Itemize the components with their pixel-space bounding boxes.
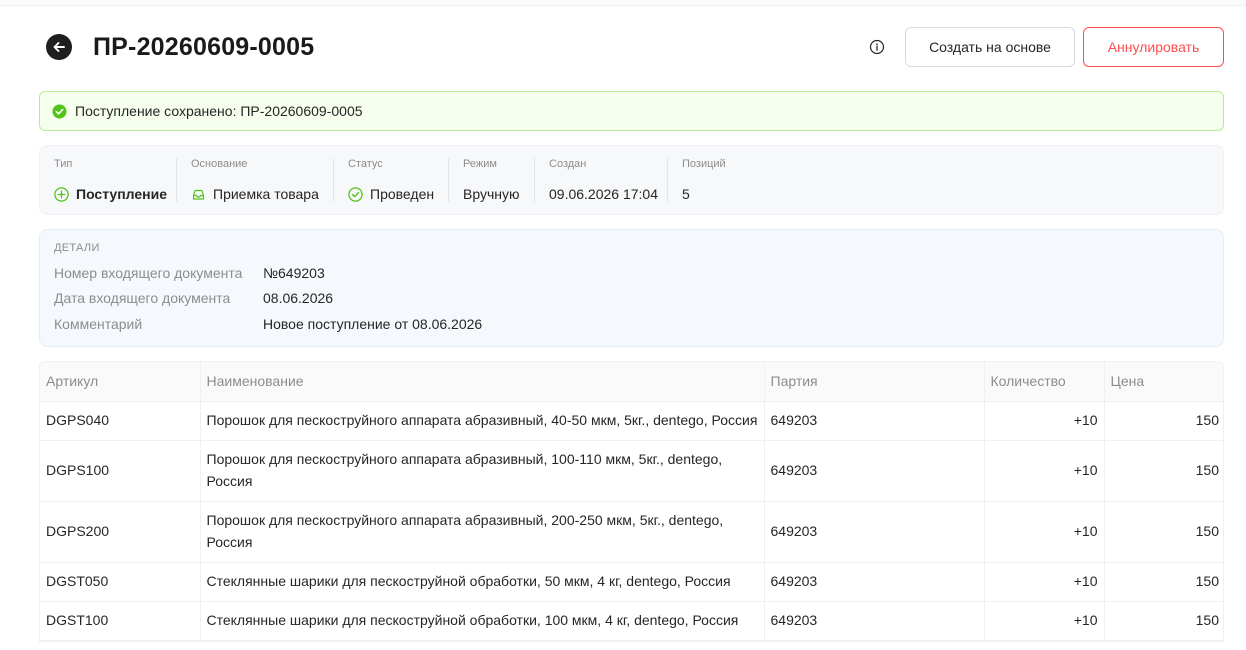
- page-title: ПР-20260609-0005: [93, 32, 315, 61]
- document-properties: Тип Поступление Основание Приемка товара…: [39, 145, 1224, 215]
- table-row[interactable]: DGPS040 Порошок для пескоструйного аппар…: [40, 401, 1223, 441]
- prop-basis: Основание Приемка товара: [177, 158, 334, 202]
- back-button[interactable]: [46, 34, 72, 60]
- cell-batch: 649203: [764, 601, 985, 641]
- cell-price: 150: [1104, 401, 1223, 441]
- prop-status-value: Проведен: [370, 186, 435, 202]
- prop-mode: Режим Вручную: [449, 158, 535, 202]
- cell-name: Порошок для пескоструйного аппарата абра…: [200, 401, 765, 441]
- cancel-document-button[interactable]: Аннулировать: [1083, 27, 1224, 67]
- column-header-sku[interactable]: Артикул: [40, 362, 201, 402]
- column-header-batch[interactable]: Партия: [764, 362, 985, 402]
- cell-sku: DGPS100: [40, 440, 201, 502]
- page-header: ПР-20260609-0005 Создать на основе Аннул…: [46, 27, 1224, 67]
- prop-created: Создан 09.06.2026 17:04: [535, 158, 668, 202]
- table-row[interactable]: DGPS100 Порошок для пескоструйного аппар…: [40, 440, 1223, 502]
- cell-sku: DGPS040: [40, 401, 201, 441]
- cell-quantity: +10: [984, 401, 1105, 441]
- header-actions: Создать на основе Аннулировать: [869, 27, 1224, 67]
- cell-price: 150: [1104, 440, 1223, 502]
- inbox-icon: [192, 189, 205, 200]
- details-title: ДЕТАЛИ: [54, 242, 100, 254]
- cell-name: Стеклянные шарики для пескоструйной обра…: [200, 562, 765, 602]
- success-alert: Поступление сохранено: ПР-20260609-0005: [39, 91, 1224, 131]
- detail-row: Дата входящего документа 08.06.2026: [54, 290, 334, 307]
- cell-batch: 649203: [764, 501, 985, 563]
- detail-row: Номер входящего документа №649203: [54, 264, 325, 281]
- column-header-price[interactable]: Цена: [1104, 362, 1223, 402]
- cell-batch: 649203: [764, 562, 985, 602]
- prop-mode-value: Вручную: [463, 186, 520, 202]
- table-header-row: Артикул Наименование Партия Количество Ц…: [40, 362, 1223, 402]
- check-circle-icon: [52, 104, 67, 119]
- prop-positions: Позиций 5: [668, 158, 788, 202]
- cell-name: Стеклянные шарики для пескоструйной обра…: [200, 601, 765, 641]
- table-row[interactable]: DGST100 Стеклянные шарики для пескоструй…: [40, 601, 1223, 641]
- column-header-quantity[interactable]: Количество: [984, 362, 1105, 402]
- cell-quantity: +10: [984, 501, 1105, 563]
- column-header-name[interactable]: Наименование: [200, 362, 765, 402]
- cell-name: Порошок для пескоструйного аппарата абра…: [200, 440, 765, 502]
- prop-basis-value: Приемка товара: [213, 186, 319, 202]
- cell-sku: DGPS200: [40, 501, 201, 563]
- prop-positions-value: 5: [682, 186, 690, 202]
- cell-batch: 649203: [764, 440, 985, 502]
- arrow-left-icon: [53, 42, 65, 52]
- create-based-button[interactable]: Создать на основе: [905, 27, 1075, 67]
- cell-quantity: +10: [984, 440, 1105, 502]
- cell-quantity: +10: [984, 601, 1105, 641]
- prop-status: Статус Проведен: [334, 158, 449, 202]
- prop-created-value: 09.06.2026 17:04: [549, 186, 658, 202]
- detail-row: Комментарий Новое поступление от 08.06.2…: [54, 315, 483, 332]
- cell-price: 150: [1104, 562, 1223, 602]
- cell-sku: DGST100: [40, 601, 201, 641]
- check-circle-outline-icon: [348, 186, 363, 202]
- cell-name: Порошок для пескоструйного аппарата абра…: [200, 501, 765, 563]
- plus-circle-icon: [54, 186, 69, 202]
- info-icon[interactable]: [869, 39, 885, 55]
- cell-price: 150: [1104, 601, 1223, 641]
- cell-quantity: +10: [984, 562, 1105, 602]
- table-row[interactable]: DGST050 Стеклянные шарики для пескоструй…: [40, 562, 1223, 602]
- alert-text: Поступление сохранено: ПР-20260609-0005: [75, 103, 363, 119]
- cell-price: 150: [1104, 501, 1223, 563]
- prop-type-value: Поступление: [76, 186, 168, 202]
- cell-sku: DGST050: [40, 562, 201, 602]
- prop-type: Тип Поступление: [40, 158, 177, 202]
- top-strip: [0, 0, 1246, 6]
- cell-batch: 649203: [764, 401, 985, 441]
- table-row[interactable]: DGPS200 Порошок для пескоструйного аппар…: [40, 501, 1223, 563]
- details-panel: ДЕТАЛИ Номер входящего документа №649203…: [39, 229, 1224, 347]
- items-table: Артикул Наименование Партия Количество Ц…: [39, 361, 1224, 642]
